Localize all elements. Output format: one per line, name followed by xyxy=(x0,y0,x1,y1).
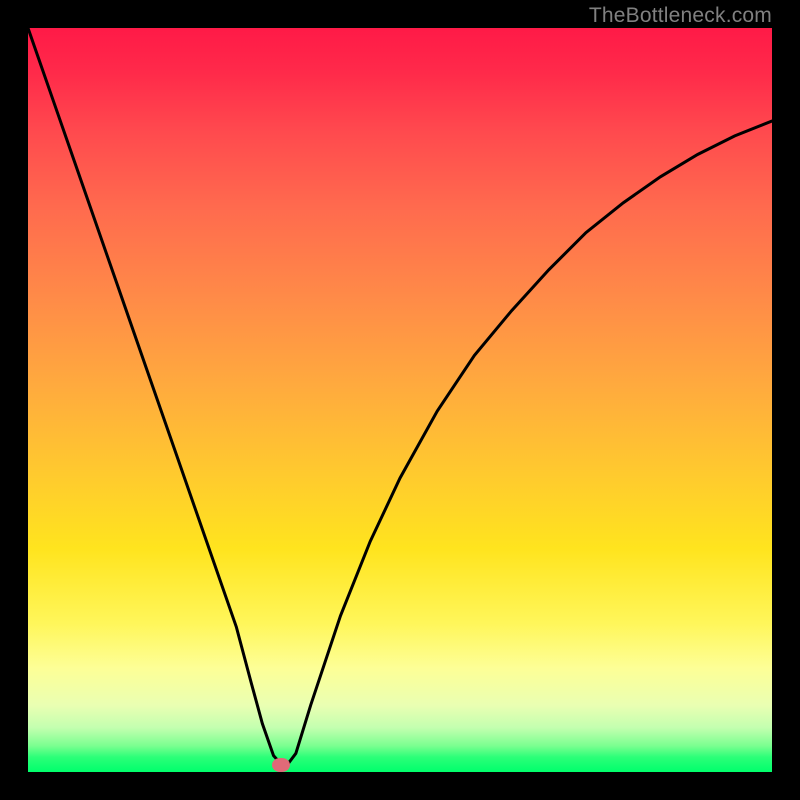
curve-svg xyxy=(28,28,772,772)
attribution-text: TheBottleneck.com xyxy=(589,4,772,28)
optimum-marker xyxy=(272,758,290,772)
chart-container: TheBottleneck.com xyxy=(0,0,800,800)
bottleneck-curve xyxy=(28,28,772,768)
plot-area xyxy=(28,28,772,772)
